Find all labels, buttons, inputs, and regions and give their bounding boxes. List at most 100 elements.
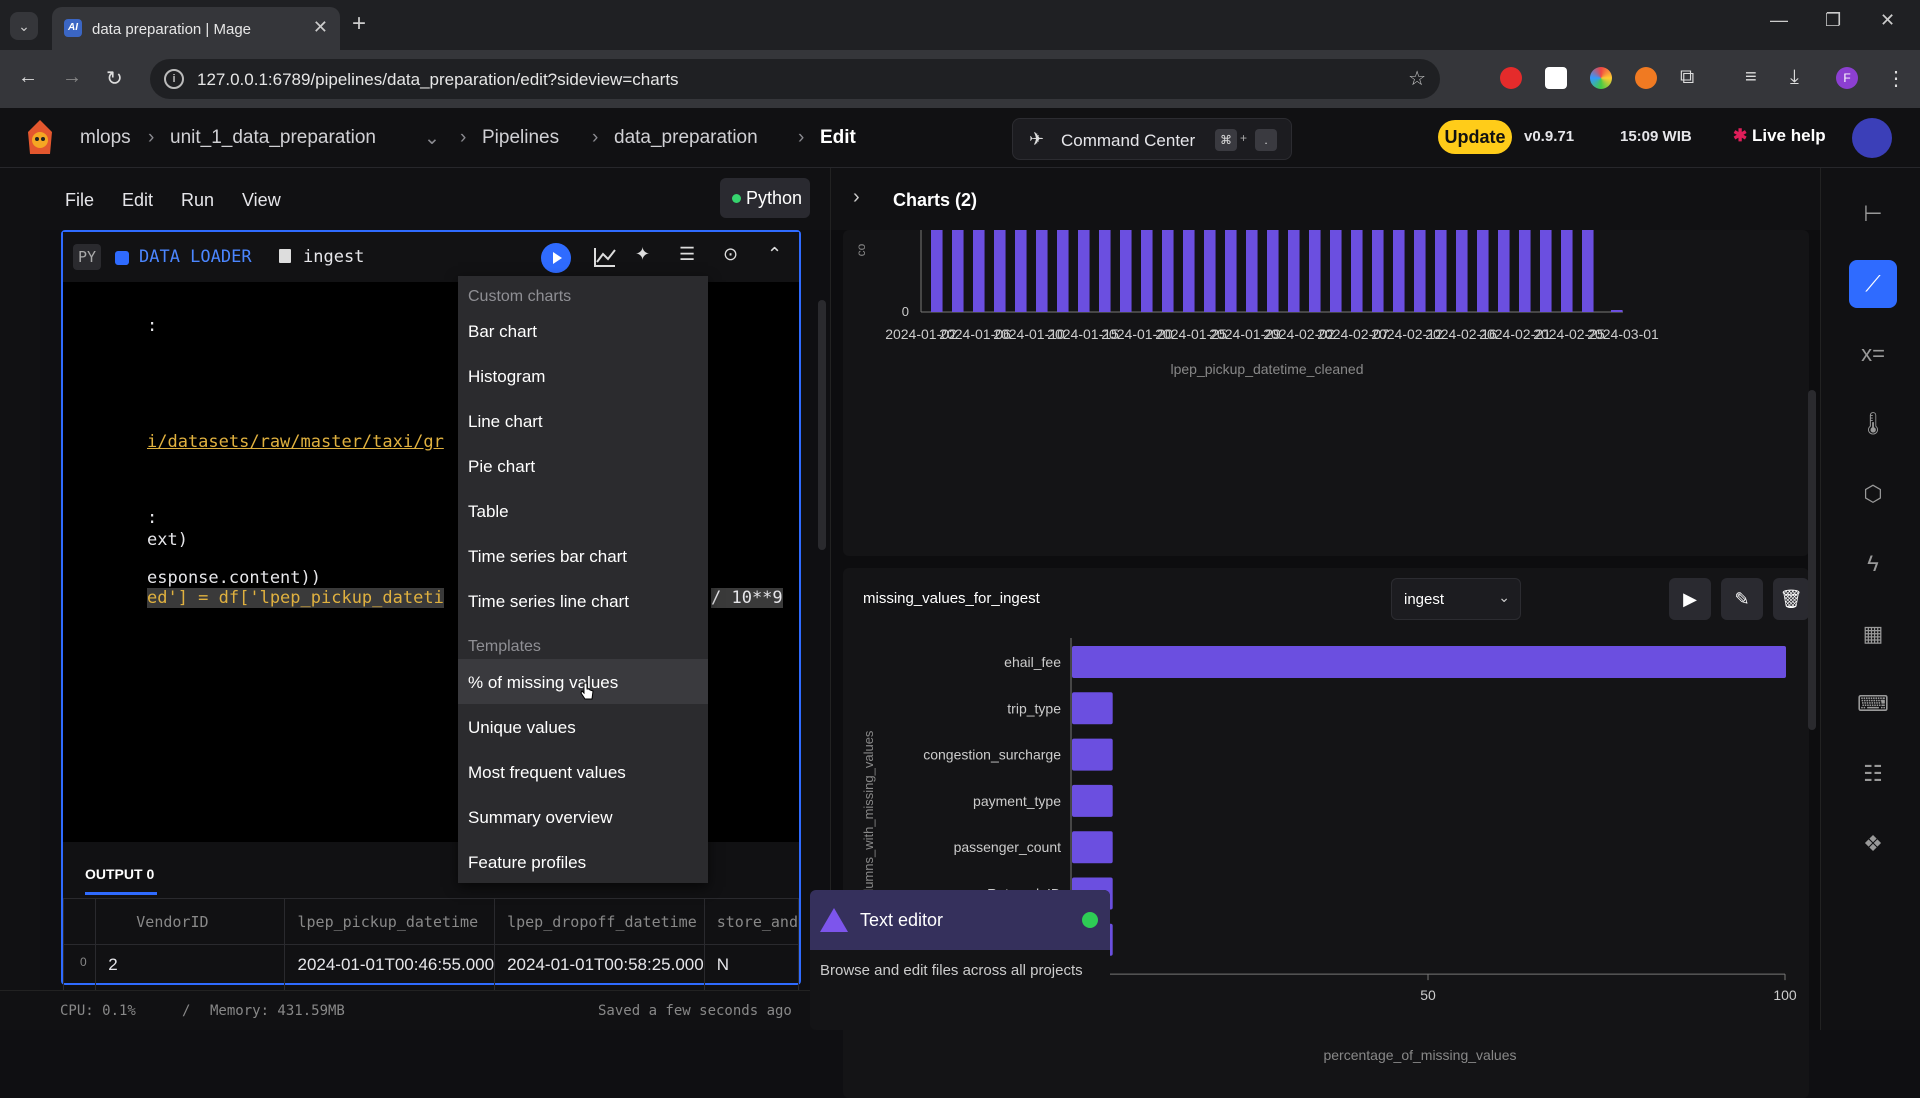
run-block-button[interactable] (541, 243, 571, 273)
chart-bar (1611, 310, 1623, 312)
table-header[interactable]: store_and (703, 898, 800, 945)
kernel-button[interactable]: Python (720, 178, 810, 218)
settings-sliders-icon[interactable]: ☷ (1849, 750, 1897, 798)
menu-item-summary-overview[interactable]: Summary overview (468, 808, 613, 828)
lightning-icon[interactable]: ϟ (1849, 540, 1897, 588)
chart-bar (1072, 646, 1786, 678)
restore-icon[interactable]: ❐ (1825, 10, 1841, 31)
cube-icon[interactable]: ⬡ (1849, 470, 1897, 518)
download-icon[interactable]: ⤓ (1790, 66, 1799, 89)
menu-file[interactable]: File (65, 190, 94, 211)
menu-edit[interactable]: Edit (122, 190, 153, 211)
reload-icon[interactable]: ↻ (106, 66, 123, 91)
menu-item-line-chart[interactable]: Line chart (468, 412, 543, 432)
shortcut-plus: + (1240, 131, 1248, 145)
terminal-icon[interactable]: ⌨ (1849, 680, 1897, 728)
menu-item-histogram[interactable]: Histogram (468, 367, 545, 387)
forward-icon[interactable]: → (62, 66, 82, 89)
table-header[interactable]: VendorID (95, 898, 286, 945)
breadcrumb-workspace[interactable]: unit_1_data_preparation (170, 127, 376, 149)
color-extension-icon[interactable] (1590, 67, 1612, 89)
ai-sparkle-icon[interactable]: ✦ (635, 244, 650, 265)
menu-item-unique-values[interactable]: Unique values (468, 718, 576, 738)
collapse-icon[interactable]: ⌃ (767, 244, 782, 265)
chevron-down-icon[interactable]: ⌄ (424, 127, 440, 150)
command-center-button[interactable]: ✈ Command Center ⌘ + . (1012, 118, 1292, 160)
menu-run[interactable]: Run (181, 190, 214, 211)
mage-logo-icon[interactable] (22, 118, 58, 158)
status-bar: CPU: 0.1% / Memory: 431.59MB Saved a few… (0, 990, 830, 1030)
menu-item-time-series-line[interactable]: Time series line chart (468, 592, 629, 612)
toast-description: Browse and edit files across all project… (820, 962, 1083, 979)
back-icon[interactable]: ← (18, 66, 38, 89)
table-header-row: VendorID lpep_pickup_datetime lpep_dropo… (62, 898, 800, 945)
status-ok-icon (1082, 912, 1098, 928)
menu-item-table[interactable]: Table (468, 502, 509, 522)
orange-extension-icon[interactable] (1635, 67, 1657, 89)
menu-item-most-frequent[interactable]: Most frequent values (468, 763, 626, 783)
extension-red-icon[interactable] (1500, 67, 1522, 89)
user-avatar[interactable] (1852, 118, 1892, 158)
delete-chart-button[interactable]: 🗑 (1773, 578, 1809, 620)
update-button[interactable]: Update (1438, 120, 1512, 154)
menu-item-pie-chart[interactable]: Pie chart (468, 457, 535, 477)
breadcrumb-project[interactable]: mlops (80, 127, 131, 149)
edit-chart-button[interactable]: ✎ (1721, 578, 1763, 620)
chart-bar (1456, 230, 1468, 312)
output-tab[interactable]: OUTPUT 0 (85, 866, 154, 882)
text-editor-toast[interactable]: Text editor Browse and edit files across… (810, 890, 1110, 1030)
file-icon (279, 249, 291, 263)
chart-bar (1015, 230, 1027, 312)
breadcrumb-pipeline[interactable]: data_preparation (614, 127, 758, 149)
menu-item-missing-values[interactable]: % of missing values (468, 673, 618, 693)
profile-avatar[interactable]: F (1836, 67, 1858, 89)
breadcrumb-pipelines[interactable]: Pipelines (482, 127, 559, 149)
menu-item-time-series-bar[interactable]: Time series bar chart (468, 547, 627, 567)
block-type-label: DATA LOADER (139, 247, 252, 267)
code-line: : (147, 316, 158, 336)
table-row: 0 2 2024-01-01T00:46:55.000 2024-01-01T0… (62, 944, 800, 991)
kernel-label: Python (746, 188, 803, 208)
more-options-icon[interactable]: ⊙ (723, 244, 738, 265)
tree-view-icon[interactable]: ⊢ (1849, 190, 1897, 238)
chart-icon[interactable] (593, 246, 617, 268)
table-header[interactable]: lpep_pickup_datetime (284, 898, 496, 945)
table-icon[interactable]: ▦ (1849, 610, 1897, 658)
mage-pro-icon (820, 908, 848, 932)
close-window-icon[interactable]: ✕ (1880, 10, 1895, 31)
bookmark-star-icon[interactable]: ☆ (1408, 66, 1426, 91)
chevron-down-icon: ⌄ (1498, 589, 1510, 605)
chrome-menu-icon[interactable]: ⋮ (1886, 66, 1906, 91)
close-tab-icon[interactable]: ✕ (313, 17, 328, 38)
run-chart-button[interactable]: ▶ (1669, 578, 1711, 620)
menu-item-feature-profiles[interactable]: Feature profiles (468, 853, 586, 873)
y-tick-label: 0 (902, 304, 909, 319)
browser-tab[interactable]: AI data preparation | Mage ✕ (52, 7, 340, 50)
thermometer-icon[interactable]: 🌡 (1849, 400, 1897, 448)
editor-scrollbar[interactable] (818, 300, 826, 550)
charts-icon[interactable]: ⟋ (1849, 260, 1897, 308)
chart-bar (1582, 230, 1594, 312)
site-info-icon[interactable]: i (164, 69, 184, 89)
charts-scrollbar[interactable] (1808, 390, 1816, 730)
new-tab-icon[interactable]: + (352, 10, 366, 38)
table-header[interactable]: lpep_dropoff_datetime (494, 898, 705, 945)
minimize-icon[interactable]: — (1770, 10, 1788, 31)
notion-extension-icon[interactable] (1545, 67, 1567, 89)
block-select[interactable]: ingest ⌄ (1391, 578, 1521, 620)
block-name[interactable]: ingest (303, 247, 364, 267)
chart-bar (1393, 230, 1405, 312)
url-field[interactable]: i 127.0.0.1:6789/pipelines/data_preparat… (150, 59, 1440, 99)
addons-icon[interactable]: ❖ (1849, 820, 1897, 868)
collapse-panel-icon[interactable]: › (853, 186, 860, 209)
tab-search-icon[interactable]: ⌄ (10, 12, 38, 40)
x-tick-label: 2024-03-01 (1587, 326, 1659, 342)
settings-sliders-icon[interactable]: ☰ (679, 244, 695, 265)
menu-view[interactable]: View (242, 190, 281, 211)
media-control-icon[interactable]: ≡ (1745, 66, 1757, 89)
menu-item-bar-chart[interactable]: Bar chart (468, 322, 537, 342)
variables-icon[interactable]: x= (1849, 330, 1897, 378)
live-help-link[interactable]: ✱ Live help (1733, 126, 1826, 146)
table-cell: 0 (62, 944, 97, 991)
extensions-puzzle-icon[interactable]: ⧉ (1680, 66, 1694, 89)
